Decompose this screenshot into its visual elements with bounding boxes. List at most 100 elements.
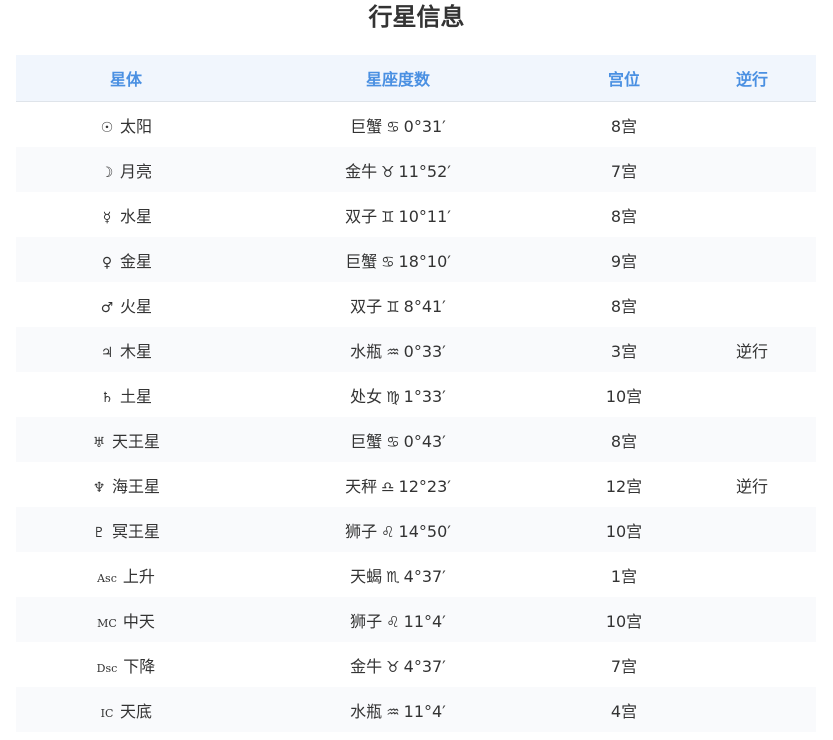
retrograde-cell bbox=[688, 237, 816, 282]
house-cell: 8宫 bbox=[610, 206, 638, 226]
planet-symbol-icon: ♇ bbox=[92, 524, 106, 541]
house-cell: 7宫 bbox=[610, 656, 638, 676]
sign-degree-cell: 天秤 ♎ 12°23′ bbox=[236, 462, 560, 507]
body-cell: ♆ 海王星 bbox=[16, 462, 236, 507]
retrograde-cell bbox=[688, 372, 816, 417]
body-cell: ♃ 木星 bbox=[16, 327, 236, 372]
degree-value: 11°4′ bbox=[403, 611, 446, 631]
sign-degree-cell: 双子 ♊ 10°11′ bbox=[236, 192, 560, 237]
table-row: ☿ 水星 双子 ♊ 10°11′ 8宫 bbox=[16, 192, 816, 237]
body-cell: ♀ 金星 bbox=[16, 237, 236, 282]
column-header-house: 宫位 bbox=[560, 55, 688, 102]
sign-degree-cell: 巨蟹 ♋ 0°31′ bbox=[236, 102, 560, 148]
body-cell: ♅ 天王星 bbox=[16, 417, 236, 462]
column-header-sign-degree: 星座度数 bbox=[236, 55, 560, 102]
planet-info-page: 行星信息 星体 星座度数 宫位 逆行 ☉ 太阳 巨蟹 ♋ 0°31′ 8宫 ☽ 月亮 金牛 ♉ 11… bbox=[0, 0, 833, 740]
degree-value: 12°23′ bbox=[398, 476, 451, 496]
house-cell: 10宫 bbox=[560, 597, 688, 642]
planet-symbol-icon: ☽ bbox=[100, 164, 114, 181]
zodiac-sign-icon: ♒ bbox=[386, 702, 400, 721]
planet-symbol-icon: ♄ bbox=[100, 389, 114, 406]
body-name: 天王星 bbox=[111, 431, 160, 451]
zodiac-sign-icon: ♋ bbox=[381, 252, 395, 271]
body-name: 太阳 bbox=[119, 116, 152, 136]
column-header-body: 星体 bbox=[16, 55, 236, 102]
body-name: 下降 bbox=[123, 656, 156, 676]
sign-degree-cell: 金牛 ♉ 4°37′ bbox=[236, 642, 560, 687]
table-row: ♇ 冥王星 狮子 ♌ 14°50′ 10宫 bbox=[16, 507, 816, 552]
table-row: ♀ 金星 巨蟹 ♋ 18°10′ 9宫 bbox=[16, 237, 816, 282]
table-row: ♃ 木星 水瓶 ♒ 0°33′ 3宫 逆行 bbox=[16, 327, 816, 372]
sign-degree-cell: 巨蟹 ♋ 0°43′ bbox=[236, 417, 560, 462]
zodiac-sign-icon: ♋ bbox=[386, 432, 400, 451]
sign-degree-cell: 金牛 ♉ 11°52′ bbox=[236, 147, 560, 192]
zodiac-sign-icon: ♎ bbox=[381, 477, 395, 496]
degree-value: 14°50′ bbox=[398, 521, 451, 541]
degree-value: 0°43′ bbox=[403, 431, 446, 451]
body-cell: Asc 上升 bbox=[16, 552, 236, 597]
house-cell: 8宫 bbox=[610, 296, 638, 316]
body-cell: ♇ 冥王星 bbox=[16, 507, 236, 552]
sign-name: 天蝎 bbox=[350, 566, 383, 586]
zodiac-sign-icon: ♋ bbox=[386, 117, 400, 136]
planet-symbol-icon: ♀ bbox=[101, 254, 113, 271]
sign-degree-cell: 水瓶 ♒ 0°33′ bbox=[236, 327, 560, 372]
sign-name: 巨蟹 bbox=[350, 431, 383, 451]
table-header-row: 星体 星座度数 宫位 逆行 bbox=[16, 55, 816, 102]
degree-value: 4°37′ bbox=[403, 566, 446, 586]
body-cell: ♂ 火星 bbox=[16, 282, 236, 327]
body-name: 水星 bbox=[119, 206, 152, 226]
sign-degree-cell: 处女 ♍ 1°33′ bbox=[236, 372, 560, 417]
zodiac-sign-icon: ♉ bbox=[381, 162, 395, 181]
body-cell: ☽ 月亮 bbox=[16, 147, 236, 192]
degree-value: 11°4′ bbox=[403, 701, 446, 721]
retrograde-cell bbox=[688, 192, 816, 237]
table-row: ♅ 天王星 巨蟹 ♋ 0°43′ 8宫 bbox=[16, 417, 816, 462]
body-cell: Dsc 下降 bbox=[16, 642, 236, 687]
house-cell: 4宫 bbox=[560, 687, 688, 732]
zodiac-sign-icon: ♌ bbox=[381, 522, 395, 541]
planet-table: 星体 星座度数 宫位 逆行 ☉ 太阳 巨蟹 ♋ 0°31′ 8宫 ☽ 月亮 金牛 ♉ 11°52′ 7… bbox=[16, 55, 816, 732]
sign-degree-cell: 双子 ♊ 8°41′ bbox=[236, 282, 560, 327]
retrograde-cell: 逆行 bbox=[688, 327, 816, 372]
retrograde-cell bbox=[688, 642, 816, 687]
degree-value: 11°52′ bbox=[398, 161, 451, 181]
retrograde-cell bbox=[688, 687, 816, 732]
zodiac-sign-icon: ♊ bbox=[386, 297, 400, 316]
sign-name: 金牛 bbox=[350, 656, 383, 676]
table-row: ♂ 火星 双子 ♊ 8°41′ 8宫 bbox=[16, 282, 816, 327]
body-name: 土星 bbox=[119, 386, 152, 406]
retrograde-cell bbox=[688, 507, 816, 552]
sign-name: 狮子 bbox=[345, 521, 378, 541]
zodiac-sign-icon: ♍ bbox=[386, 387, 400, 406]
retrograde-cell bbox=[688, 147, 816, 192]
retrograde-cell: 逆行 bbox=[735, 476, 768, 496]
body-name: 木星 bbox=[119, 341, 152, 361]
angle-abbreviation: IC bbox=[100, 706, 114, 720]
zodiac-sign-icon: ♉ bbox=[386, 657, 400, 676]
sign-degree-cell: 巨蟹 ♋ 18°10′ bbox=[236, 237, 560, 282]
sign-degree-cell: 狮子 ♌ 14°50′ bbox=[236, 507, 560, 552]
house-cell: 9宫 bbox=[560, 237, 688, 282]
body-cell: ☿ 水星 bbox=[16, 192, 236, 237]
body-name: 冥王星 bbox=[111, 521, 160, 541]
table-row: Dsc 下降 金牛 ♉ 4°37′ 7宫 bbox=[16, 642, 816, 687]
sign-name: 狮子 bbox=[350, 611, 383, 631]
degree-value: 10°11′ bbox=[398, 206, 451, 226]
body-name: 月亮 bbox=[119, 161, 152, 181]
house-cell: 3宫 bbox=[560, 327, 688, 372]
retrograde-cell bbox=[688, 417, 816, 462]
table-header: 星体 星座度数 宫位 逆行 bbox=[16, 55, 816, 102]
degree-value: 0°33′ bbox=[403, 341, 446, 361]
body-name: 上升 bbox=[122, 566, 155, 586]
sign-name: 双子 bbox=[350, 296, 383, 316]
zodiac-sign-icon: ♌ bbox=[386, 612, 400, 631]
sign-name: 处女 bbox=[350, 386, 383, 406]
table-row: MC 中天 狮子 ♌ 11°4′ 10宫 bbox=[16, 597, 816, 642]
column-header-retrograde: 逆行 bbox=[688, 55, 816, 102]
sign-degree-cell: 天蝎 ♏ 4°37′ bbox=[236, 552, 560, 597]
house-cell: 12宫 bbox=[605, 476, 643, 496]
table-row: Asc 上升 天蝎 ♏ 4°37′ 1宫 bbox=[16, 552, 816, 597]
sign-name: 双子 bbox=[345, 206, 378, 226]
retrograde-cell bbox=[688, 102, 816, 148]
